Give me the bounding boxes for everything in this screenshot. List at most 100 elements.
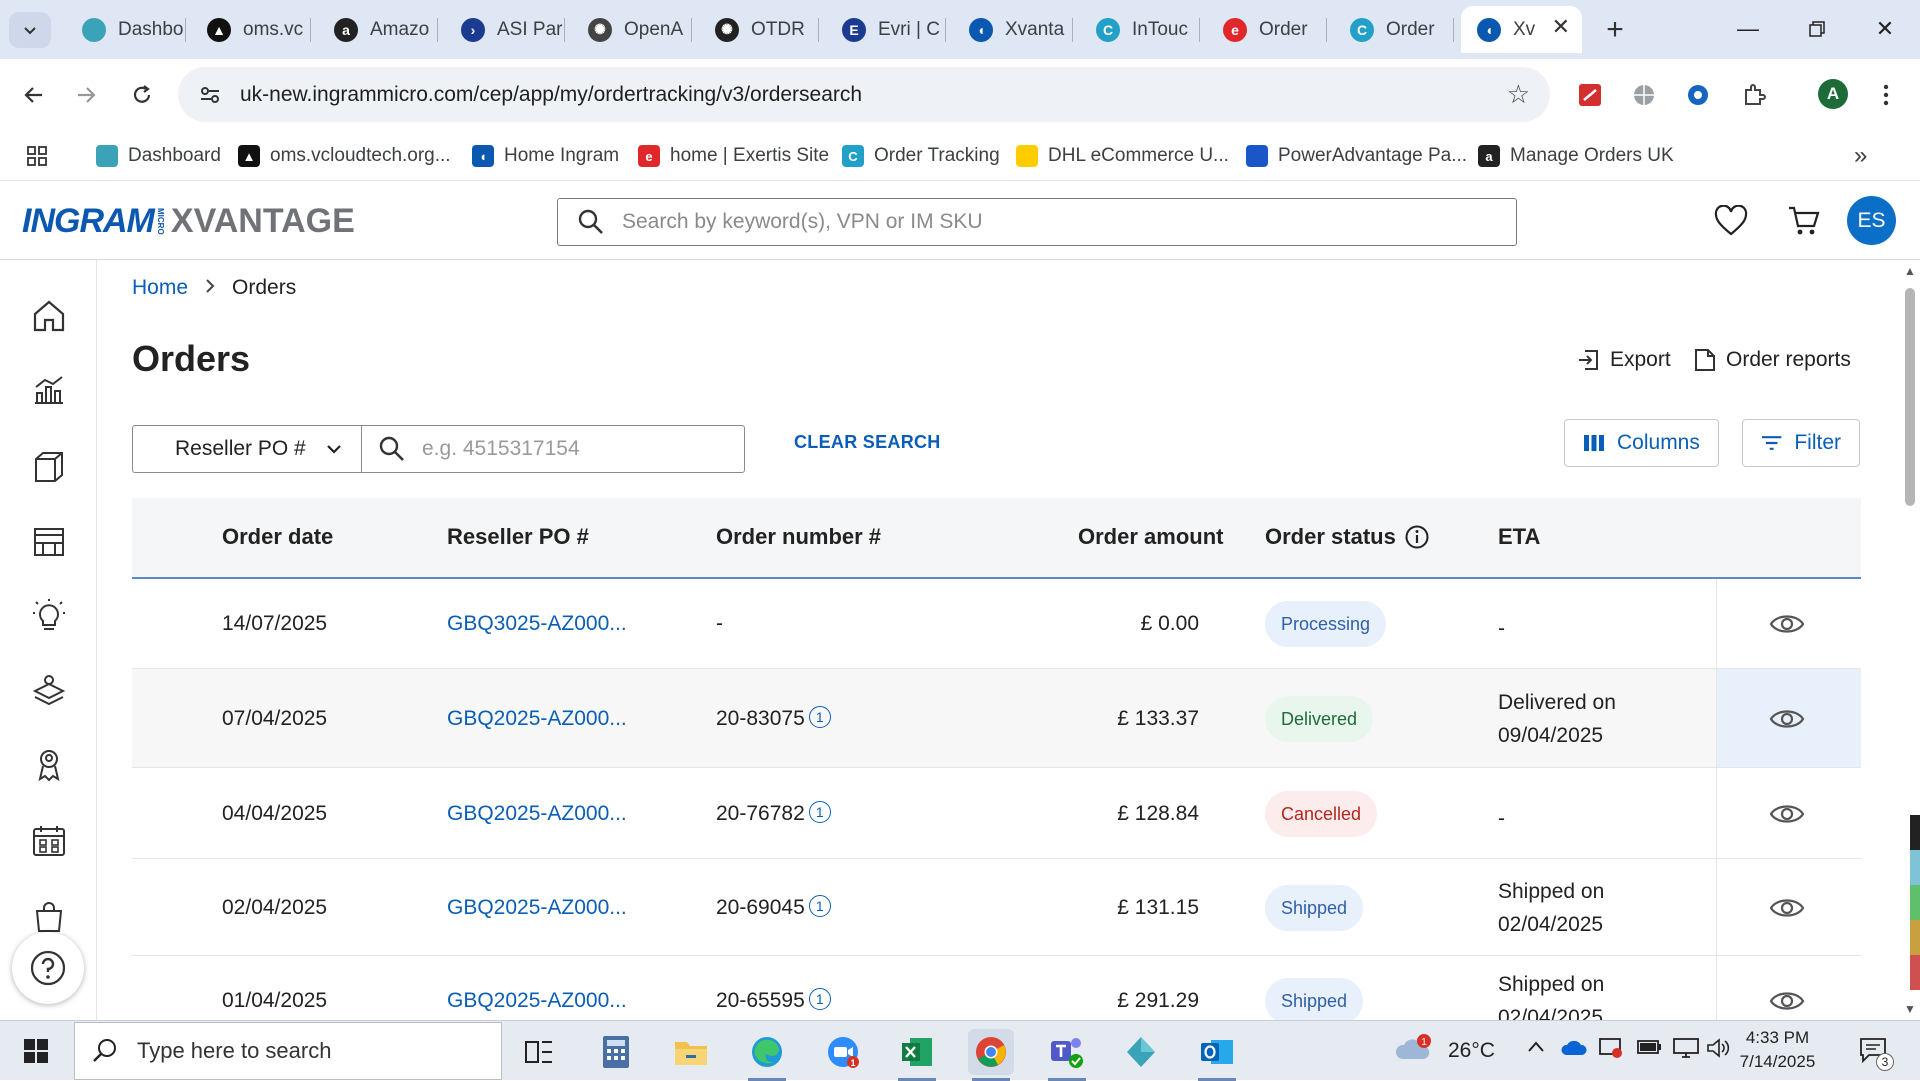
onedrive-cloud-icon[interactable] [1560,1037,1588,1063]
volume-icon[interactable] [1706,1037,1730,1065]
teams-app-icon[interactable] [1044,1029,1090,1081]
bookmark-star-icon[interactable]: ☆ [1507,79,1530,110]
task-view-icon[interactable] [516,1029,562,1075]
scrollbar-thumb[interactable] [1905,288,1915,506]
reseller-po-link[interactable]: GBQ3025-AZ000... [447,612,627,636]
browser-tab[interactable]: ▲ oms.vc [191,6,311,53]
xvantage-logo[interactable]: INGRAM MICRO XVANTAGE [22,202,355,240]
battery-icon[interactable] [1636,1037,1662,1063]
edge-browser-icon[interactable] [744,1029,790,1081]
clear-search-button[interactable]: CLEAR SEARCH [794,432,941,453]
order-reports-button[interactable]: Order reports [1694,345,1851,375]
apps-grid-icon[interactable] [26,139,48,173]
weather-temp[interactable]: 26°C [1448,1039,1495,1063]
browser-menu-icon[interactable] [1868,77,1904,113]
site-info-icon[interactable] [192,77,228,113]
chrome-browser-icon[interactable] [968,1029,1014,1081]
bookmark-item[interactable]: DHL eCommerce U... [1016,139,1229,173]
header-order-amount[interactable]: Order amount [1078,524,1223,550]
scroll-up-arrow-icon[interactable]: ▲ [1904,264,1916,278]
browser-tab[interactable]: ◖ Xv ✕ [1461,6,1582,53]
new-tab-button[interactable]: + [1595,10,1635,50]
bookmark-item[interactable]: C Order Tracking [842,139,1000,173]
bookmark-item[interactable]: PowerAdvantage Pa... [1246,139,1467,173]
browser-tab[interactable]: ◖ Xvanta [953,6,1073,53]
table-row[interactable]: 07/04/2025 GBQ2025-AZ000... 20-83075 1 £ 133… [132,669,1861,768]
columns-button[interactable]: Columns [1564,419,1719,467]
forward-button[interactable] [68,77,104,113]
globe-extension-icon[interactable] [1626,77,1662,113]
start-button[interactable] [14,1033,58,1069]
header-reseller-po[interactable]: Reseller PO # [447,524,589,550]
bookmark-item[interactable]: a Manage Orders UK [1478,139,1674,173]
export-button[interactable]: Export [1576,345,1671,375]
order-info-icon[interactable]: 1 [808,895,831,918]
restore-button[interactable] [1787,8,1847,50]
global-search-input[interactable] [620,209,1480,235]
tab-search-button[interactable] [9,12,51,48]
order-info-icon[interactable]: 1 [808,801,831,824]
nav-ideas-bulb-icon[interactable] [28,596,70,638]
help-button[interactable] [12,932,84,1004]
close-tab-icon[interactable]: ✕ [1552,14,1570,40]
show-hidden-icons-chevron-icon[interactable] [1526,1037,1546,1061]
nav-solutions-icon[interactable] [28,670,70,712]
reseller-po-link[interactable]: GBQ2025-AZ000... [447,802,627,826]
po-search-input[interactable] [420,436,720,462]
breadcrumb-home-link[interactable]: Home [132,276,188,300]
nav-store-icon[interactable] [28,520,70,562]
cart-button[interactable] [1784,201,1824,241]
nav-calendar-icon[interactable] [28,820,70,862]
zoom-app-icon[interactable]: 1 [820,1029,866,1075]
address-bar[interactable]: uk-new.ingrammicro.com/cep/app/my/ordert… [178,67,1550,122]
network-alert-icon[interactable] [1598,1037,1624,1065]
minimize-button[interactable]: — [1718,8,1778,50]
bookmark-item[interactable]: Dashboard [96,139,221,173]
table-row[interactable]: 04/04/2025 GBQ2025-AZ000... 20-76782 1 £ 128… [132,768,1861,859]
view-order-eye-icon[interactable] [1727,609,1847,639]
bookmark-item[interactable]: ▲ oms.vcloudtech.org... [238,139,451,173]
browser-tab[interactable]: a Amazo [318,6,438,53]
scroll-down-arrow-icon[interactable]: ▼ [1904,1002,1916,1016]
table-row[interactable]: 14/07/2025 GBQ3025-AZ000... - £ 0.00 Process… [132,579,1861,669]
nav-products-box-icon[interactable] [28,446,70,488]
header-eta[interactable]: ETA [1498,524,1540,550]
pdf-extension-icon[interactable] [1572,77,1608,113]
wishlist-button[interactable] [1711,201,1751,241]
header-order-date[interactable]: Order date [222,524,333,550]
diamond-app-icon[interactable] [1118,1029,1164,1075]
reseller-po-link[interactable]: GBQ2025-AZ000... [447,896,627,920]
browser-profile-avatar[interactable]: A [1818,79,1848,109]
lifebuoy-extension-icon[interactable] [1680,77,1716,113]
taskbar-search[interactable]: Type here to search [74,1022,502,1080]
order-info-icon[interactable]: 1 [808,988,831,1011]
nav-home-icon[interactable] [28,295,70,337]
notification-center-button[interactable]: 3 [1856,1035,1894,1071]
extensions-puzzle-icon[interactable] [1736,77,1772,113]
view-order-eye-icon[interactable] [1727,799,1847,829]
browser-tab[interactable]: ✺ OpenA [572,6,692,53]
header-order-number[interactable]: Order number # [716,524,881,550]
more-bookmarks-icon[interactable]: » [1854,139,1867,173]
taskbar-clock[interactable]: 4:33 PM 7/14/2025 [1730,1026,1825,1074]
calculator-app-icon[interactable] [593,1029,639,1075]
back-button[interactable] [16,77,52,113]
user-avatar[interactable]: ES [1847,196,1896,245]
info-icon[interactable] [1404,524,1430,550]
reseller-po-link[interactable]: GBQ2025-AZ000... [447,989,627,1013]
filter-button[interactable]: Filter [1742,419,1860,467]
nav-partner-icon[interactable] [28,744,70,786]
view-order-eye-icon[interactable] [1727,986,1847,1016]
excel-app-icon[interactable] [894,1029,940,1081]
close-window-button[interactable]: ✕ [1855,8,1915,50]
view-order-eye-icon[interactable] [1727,893,1847,923]
reseller-po-link[interactable]: GBQ2025-AZ000... [447,707,627,731]
nav-analytics-icon[interactable] [28,370,70,412]
outlook-app-icon[interactable] [1194,1029,1240,1081]
bookmark-item[interactable]: ◖ Home Ingram [472,139,619,173]
table-row[interactable]: 02/04/2025 GBQ2025-AZ000... 20-69045 1 £ 131… [132,859,1861,956]
weather-icon[interactable]: 1 [1394,1033,1434,1071]
browser-tab[interactable]: C Order [1334,6,1454,53]
browser-tab[interactable]: e Order [1207,6,1327,53]
display-icon[interactable] [1672,1037,1700,1065]
